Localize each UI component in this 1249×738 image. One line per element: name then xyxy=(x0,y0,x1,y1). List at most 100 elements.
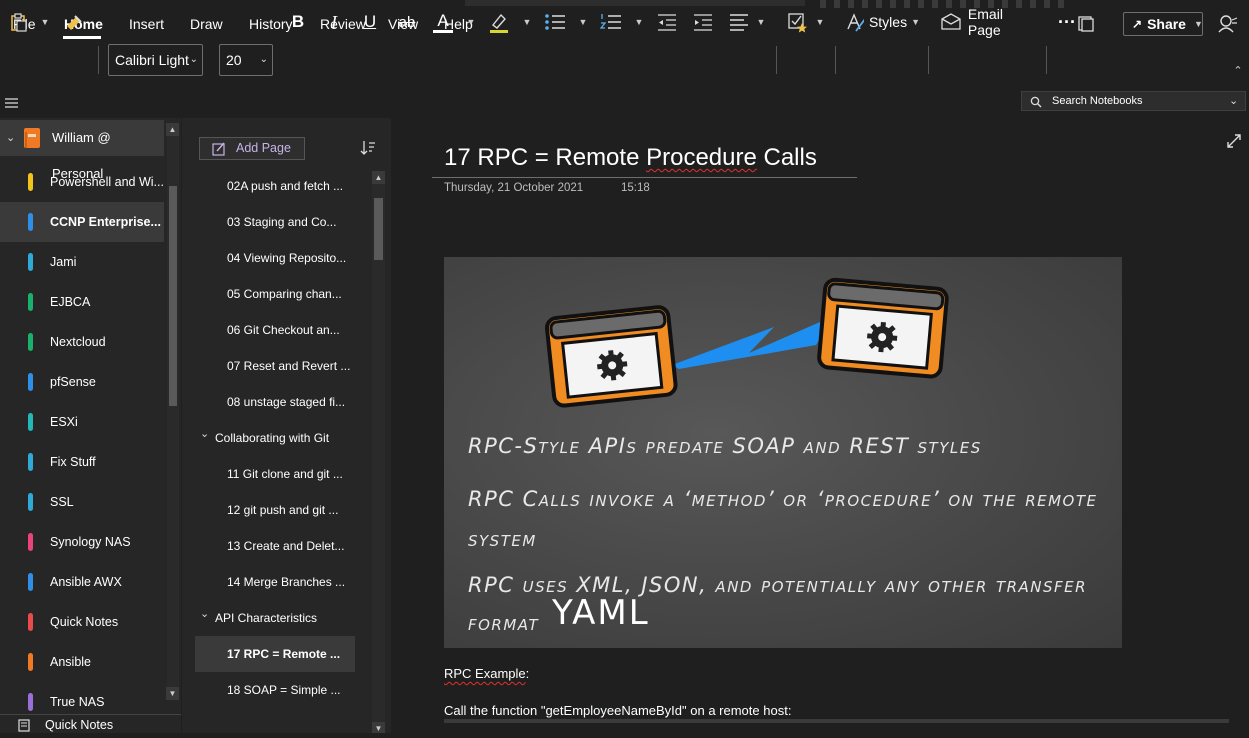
page-item[interactable]: 08 unstage staged fi... xyxy=(195,384,355,420)
menu-draw[interactable]: Draw xyxy=(190,0,223,40)
section-color-tab xyxy=(28,293,33,311)
section-color-tab xyxy=(28,453,33,471)
section-item[interactable]: Synology NAS xyxy=(0,522,164,562)
scroll-down-icon[interactable]: ▼ xyxy=(372,722,385,733)
page-group-item[interactable]: ⌄ Collaborating with Git xyxy=(196,420,356,456)
section-item[interactable]: Fix Stuff xyxy=(0,442,164,482)
numbering-dropdown-icon[interactable]: ▼ xyxy=(630,6,644,38)
share-button[interactable]: ↗ Share ▼ xyxy=(1123,12,1203,36)
expand-icon[interactable] xyxy=(1227,134,1241,148)
increase-indent-icon[interactable] xyxy=(690,6,716,38)
underline-button[interactable]: U xyxy=(358,6,382,38)
tag-dropdown-icon[interactable]: ▼ xyxy=(811,6,825,38)
page-item[interactable]: 17 RPC = Remote ... xyxy=(195,636,355,672)
italic-button[interactable]: I xyxy=(322,6,346,38)
rpc-example-text: RPC Example xyxy=(444,666,526,681)
add-page-button[interactable]: Add Page xyxy=(199,137,305,160)
page-label: 14 Merge Branches ... xyxy=(227,575,346,589)
chevron-down-icon: ▼ xyxy=(1193,19,1203,29)
sections-scroll-thumb[interactable] xyxy=(169,186,177,406)
chevron-down-icon[interactable]: ⌄ xyxy=(200,420,209,452)
section-item[interactable]: ESXi xyxy=(0,402,164,442)
quick-notes-icon xyxy=(18,718,30,732)
section-item[interactable]: Ansible xyxy=(0,642,164,682)
section-item[interactable]: Ansible AWX xyxy=(0,562,164,602)
section-item[interactable]: Powershell and Wi... xyxy=(0,162,164,202)
section-item[interactable]: Jami xyxy=(0,242,164,282)
scroll-up-icon[interactable]: ▲ xyxy=(372,171,385,184)
page-title[interactable]: 17 RPC = Remote Procedure Calls xyxy=(444,144,817,172)
more-options-button[interactable]: ··· xyxy=(1055,6,1079,38)
image-text-line-1: RPC-Style APIs predate SOAP and REST sty… xyxy=(468,434,982,458)
section-color-tab xyxy=(28,693,33,711)
body-line-rpc-example[interactable]: RPC Example: xyxy=(444,666,529,681)
bullet-list-icon[interactable] xyxy=(542,6,568,38)
section-item[interactable]: EJBCA xyxy=(0,282,164,322)
section-item[interactable]: True NAS xyxy=(0,682,164,714)
page-item[interactable]: 06 Git Checkout an... xyxy=(195,312,355,348)
search-scope-chevron-icon[interactable]: ⌄ xyxy=(1229,94,1241,107)
account-icon[interactable] xyxy=(1218,14,1238,34)
page-item[interactable]: 18 SOAP = Simple ... xyxy=(195,672,355,708)
quick-notes-footer[interactable]: Quick Notes xyxy=(0,714,181,733)
sort-pages-icon[interactable] xyxy=(360,140,376,156)
page-item[interactable]: 12 git push and git ... xyxy=(195,492,355,528)
styles-button[interactable]: Styles ▼ xyxy=(845,6,920,38)
font-color-dropdown-icon[interactable]: ▼ xyxy=(462,6,476,38)
paragraph-alignment-icon[interactable] xyxy=(726,6,752,38)
section-label: Powershell and Wi... xyxy=(50,175,164,189)
section-item[interactable]: CCNP Enterprise... xyxy=(0,202,164,242)
section-item[interactable]: Quick Notes xyxy=(0,602,164,642)
font-size-select[interactable]: 20 ⌄ xyxy=(219,44,273,76)
font-color-button[interactable]: A xyxy=(432,6,454,38)
search-notebooks-input[interactable]: Search Notebooks xyxy=(1021,91,1246,111)
section-item[interactable]: Nextcloud xyxy=(0,322,164,362)
decrease-indent-icon[interactable] xyxy=(654,6,680,38)
page-item[interactable]: 07 Reset and Revert ... xyxy=(195,348,355,384)
section-color-tab xyxy=(28,333,33,351)
page-item[interactable]: 14 Merge Branches ... xyxy=(195,564,355,600)
strikethrough-button[interactable]: ab xyxy=(394,6,420,38)
page-item[interactable]: 13 Create and Delet... xyxy=(195,528,355,564)
computer-left-icon xyxy=(544,305,678,408)
email-page-button[interactable]: Email Page xyxy=(940,6,1036,38)
format-painter-icon[interactable] xyxy=(62,6,86,38)
page-canvas[interactable]: 17 RPC = Remote Procedure Calls Thursday… xyxy=(392,118,1249,733)
notebook-header[interactable]: ⌄ William @ Personal xyxy=(0,120,164,181)
rpc-chalkboard-image[interactable]: RPC-Style APIs predate SOAP and REST sty… xyxy=(444,257,1122,648)
highlighter-icon[interactable] xyxy=(486,6,512,38)
page-item[interactable]: 04 Viewing Reposito... xyxy=(195,240,355,276)
body-line-call-function[interactable]: Call the function "getEmployeeNameById" … xyxy=(444,703,791,718)
tag-icon[interactable] xyxy=(785,6,811,38)
page-item[interactable]: 02A push and fetch ... xyxy=(195,168,355,204)
highlight-dropdown-icon[interactable]: ▼ xyxy=(518,6,532,38)
bullet-dropdown-icon[interactable]: ▼ xyxy=(574,6,588,38)
pages-scroll-thumb[interactable] xyxy=(374,198,383,260)
font-name-select[interactable]: Calibri Light ⌄ xyxy=(108,44,203,76)
numbered-list-icon[interactable] xyxy=(598,6,624,38)
alignment-dropdown-icon[interactable]: ▼ xyxy=(752,6,766,38)
page-group-item[interactable]: ⌄ API Characteristics xyxy=(196,600,356,636)
section-item[interactable]: pfSense xyxy=(0,362,164,402)
menu-insert[interactable]: Insert xyxy=(129,0,164,40)
paste-dropdown-icon[interactable]: ▼ xyxy=(36,6,50,38)
page-item[interactable]: 11 Git clone and git ... xyxy=(195,456,355,492)
scroll-up-icon[interactable]: ▲ xyxy=(166,123,179,136)
chevron-down-icon[interactable]: ⌄ xyxy=(200,600,209,632)
page-label: 18 SOAP = Simple ... xyxy=(227,683,341,697)
page-label: 06 Git Checkout an... xyxy=(227,323,340,337)
hamburger-menu-icon[interactable] xyxy=(5,96,19,108)
sticky-notes-icon[interactable] xyxy=(1078,16,1094,32)
page-item[interactable]: 03 Staging and Co... xyxy=(195,204,355,240)
bold-button[interactable]: B xyxy=(286,6,310,38)
page-item[interactable]: 05 Comparing chan... xyxy=(195,276,355,312)
image-text-line-3: system xyxy=(468,527,537,551)
section-label: Nextcloud xyxy=(50,335,106,349)
font-color-label: A xyxy=(437,10,449,30)
section-item[interactable]: SSL xyxy=(0,482,164,522)
page-label: 03 Staging and Co... xyxy=(227,215,337,229)
clipboard-icon[interactable] xyxy=(8,6,30,38)
scroll-down-icon[interactable]: ▼ xyxy=(166,687,179,700)
sections-panel: ⌄ William @ Personal Powershell and Wi..… xyxy=(0,118,181,714)
collapse-ribbon-icon[interactable]: ⌃ xyxy=(1230,62,1246,78)
